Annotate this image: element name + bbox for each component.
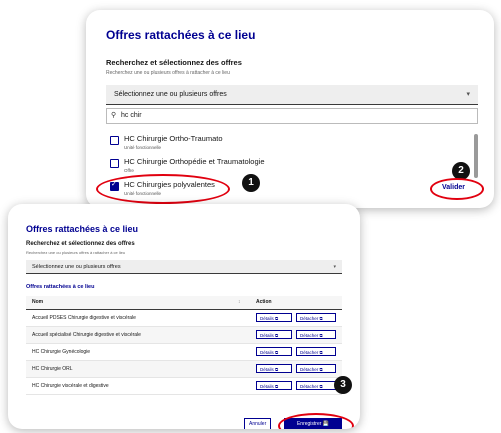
details-button[interactable]: Détails ⧉: [256, 330, 292, 339]
attached-offers-heading: Offres rattachées à ce lieu: [26, 284, 95, 290]
offers-multiselect[interactable]: Sélectionnez une ou plusieurs offres ▾: [26, 260, 342, 274]
search-value: hc chir: [121, 112, 142, 119]
offer-name: HC Chirurgie viscérale et digestive: [32, 383, 109, 389]
table-row: HC Chirurgie Gynécologie Détails ⧉ Détac…: [26, 344, 342, 361]
option-label: HC Chirurgie Orthopédie et Traumatologie: [124, 157, 265, 166]
search-icon: ⚲: [111, 112, 117, 119]
annotation-ellipse: [430, 178, 484, 200]
chevron-down-icon: ▾: [333, 264, 336, 270]
cancel-button[interactable]: Annuler: [244, 418, 272, 429]
option-label: HC Chirurgie Ortho-Traumato: [124, 134, 223, 143]
search-section-hint: Recherchez une ou plusieurs offres à rat…: [106, 70, 230, 76]
column-header-action: Action: [256, 299, 272, 305]
step-badge: 3: [334, 376, 352, 394]
detach-button[interactable]: Détacher ⧉: [296, 313, 336, 322]
details-button[interactable]: Détails ⧉: [256, 364, 292, 373]
table-row: HC Chirurgie ORL Détails ⧉ Détacher ⧉: [26, 361, 342, 378]
attached-offers-dialog: Offres rattachées à ce lieu Recherchez e…: [8, 204, 360, 429]
detach-button[interactable]: Détacher ⧉: [296, 381, 336, 390]
annotation-ellipse: [96, 174, 230, 204]
details-button[interactable]: Détails ⧉: [256, 347, 292, 356]
search-section-label: Recherchez et sélectionnez des offres: [106, 58, 242, 67]
detach-button[interactable]: Détacher ⧉: [296, 330, 336, 339]
chevron-down-icon: ▾: [466, 91, 470, 98]
offer-name: HC Chirurgie ORL: [32, 366, 73, 372]
detach-button[interactable]: Détacher ⧉: [296, 364, 336, 373]
dialog-title: Offres rattachées à ce lieu: [106, 28, 256, 42]
table-row: Accueil spécialisé Chirurgie digestive e…: [26, 327, 342, 344]
option-type: Unité fonctionnelle: [124, 145, 162, 150]
scrollbar[interactable]: [474, 134, 478, 178]
search-section-label: Recherchez et sélectionnez des offres: [26, 241, 135, 247]
offer-name: HC Chirurgie Gynécologie: [32, 349, 91, 355]
detach-button[interactable]: Détacher ⧉: [296, 347, 336, 356]
details-button[interactable]: Détails ⧉: [256, 313, 292, 322]
table-row: HC Chirurgie viscérale et digestive Déta…: [26, 378, 342, 395]
table-row: Accueil PDSES Chirurgie digestive et vis…: [26, 310, 342, 327]
annotation-ellipse: [278, 413, 354, 429]
column-header-name[interactable]: Nom: [32, 296, 43, 309]
step-badge: 1: [242, 174, 260, 192]
option-checkbox[interactable]: [110, 159, 119, 168]
offer-selection-dialog: Offres rattachées à ce lieu Recherchez e…: [86, 10, 494, 208]
offers-multiselect[interactable]: Sélectionnez une ou plusieurs offres ▾: [106, 85, 478, 105]
attached-offers-table: Nom ↕ Action Accueil PDSES Chirurgie dig…: [26, 296, 342, 395]
sort-icon[interactable]: ↕: [238, 296, 241, 309]
select-placeholder: Sélectionnez une ou plusieurs offres: [32, 264, 121, 270]
option-checkbox[interactable]: [110, 136, 119, 145]
search-section-hint: Recherchez une ou plusieurs offres à rat…: [26, 250, 126, 255]
offer-name: Accueil PDSES Chirurgie digestive et vis…: [32, 315, 136, 321]
table-header: Nom ↕ Action: [26, 296, 342, 310]
offer-search-input[interactable]: ⚲ hc chir: [106, 108, 478, 124]
offer-name: Accueil spécialisé Chirurgie digestive e…: [32, 332, 141, 338]
option-type: Offre: [124, 168, 134, 173]
details-button[interactable]: Détails ⧉: [256, 381, 292, 390]
dialog-title: Offres rattachées à ce lieu: [26, 224, 139, 234]
select-placeholder: Sélectionnez une ou plusieurs offres: [114, 91, 227, 98]
